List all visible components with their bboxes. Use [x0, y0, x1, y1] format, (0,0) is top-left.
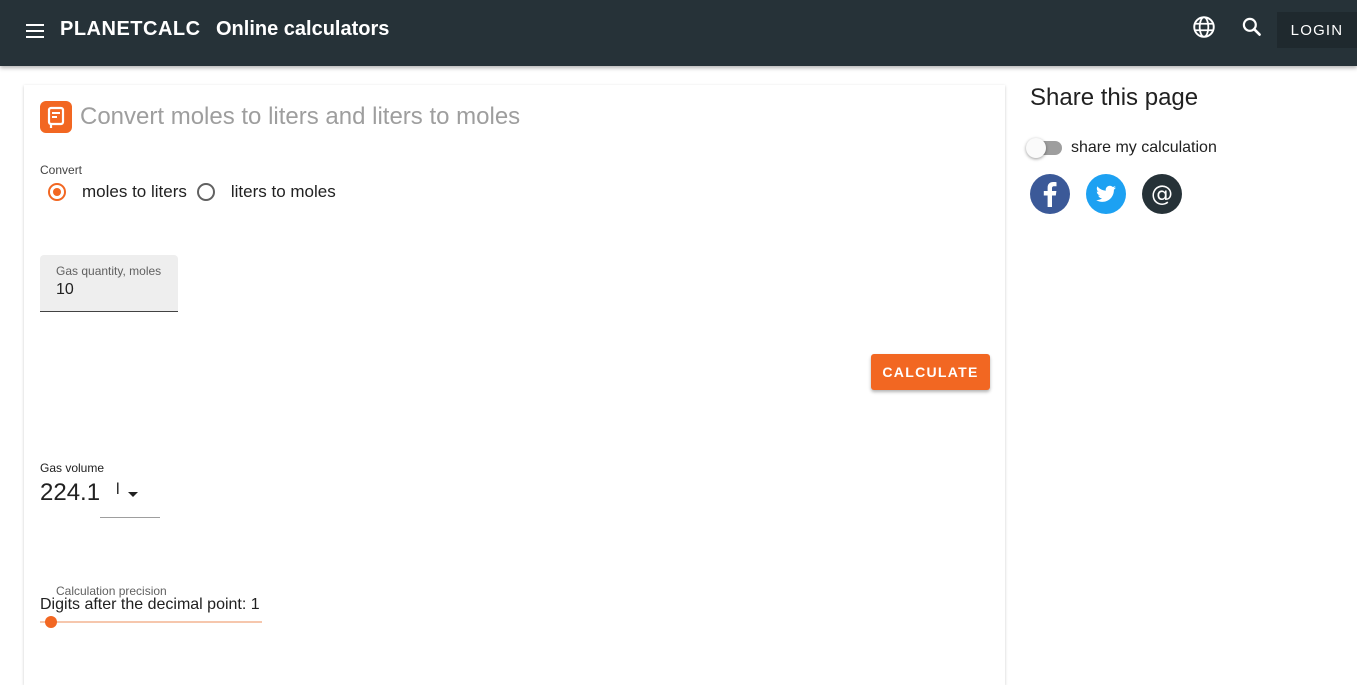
dropdown-arrow-icon	[128, 492, 138, 497]
toggle-thumb	[1026, 138, 1046, 158]
unit-selected-value: l	[116, 481, 120, 498]
globe-icon[interactable]	[1191, 14, 1217, 40]
gas-volume-label: Gas volume	[40, 461, 105, 475]
top-app-bar: PLANETCALC Online calculators LOGIN	[0, 0, 1357, 66]
share-toggle[interactable]	[1026, 138, 1064, 158]
share-title: Share this page	[1030, 84, 1199, 111]
radio-label-liters-to-moles[interactable]: liters to moles	[231, 182, 336, 202]
radio-label-moles-to-liters[interactable]: moles to liters	[82, 182, 187, 202]
radio-liters-to-moles[interactable]	[196, 183, 215, 201]
gas-quantity-label: Gas quantity, moles	[56, 264, 162, 278]
svg-text:@: @	[1151, 182, 1173, 207]
brand-logo-text[interactable]: PLANETCALC	[60, 18, 201, 41]
gas-quantity-field[interactable]: Gas quantity, moles 10	[40, 255, 178, 312]
calculator-title: Convert moles to liters and liters to mo…	[80, 103, 521, 130]
menu-icon[interactable]	[24, 20, 48, 42]
unit-select[interactable]: l	[100, 481, 160, 518]
gas-volume-value: 224.1	[40, 479, 101, 506]
convert-label: Convert	[40, 163, 83, 177]
precision-text: Digits after the decimal point: 1	[40, 596, 260, 613]
convert-radio-group: moles to liters liters to moles	[40, 179, 336, 205]
share-toggle-label[interactable]: share my calculation	[1071, 139, 1217, 157]
precision-slider-track[interactable]	[40, 621, 262, 623]
facebook-icon[interactable]	[1030, 174, 1070, 214]
calculator-card: Convert moles to liters and liters to mo…	[24, 85, 1005, 685]
login-button[interactable]: LOGIN	[1277, 12, 1357, 48]
precision-slider-thumb[interactable]	[45, 616, 57, 628]
gas-quantity-input[interactable]: 10	[56, 281, 74, 299]
section-title[interactable]: Online calculators	[216, 18, 389, 41]
planetcalc-logo-icon	[40, 101, 72, 133]
twitter-icon[interactable]	[1086, 174, 1126, 214]
radio-moles-to-liters[interactable]	[48, 183, 66, 201]
email-icon[interactable]: @	[1142, 174, 1182, 214]
search-icon[interactable]	[1239, 14, 1265, 40]
calculate-button[interactable]: CALCULATE	[871, 354, 990, 390]
